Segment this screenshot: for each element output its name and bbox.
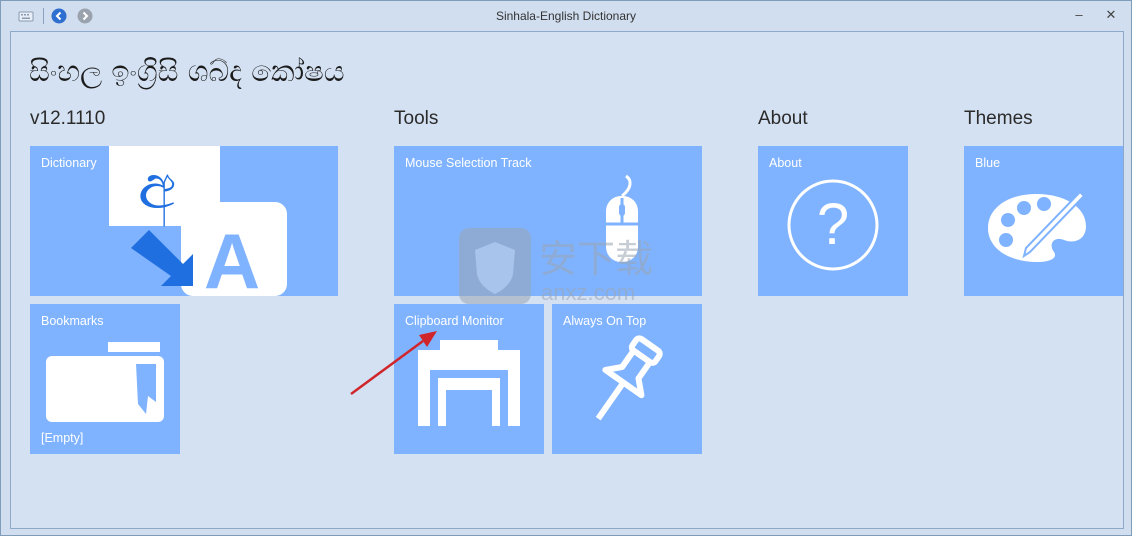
annotation-arrow bbox=[350, 331, 437, 396]
app-window: Sinhala-English Dictionary – ✕ සිංහල ඉංග… bbox=[0, 0, 1132, 536]
